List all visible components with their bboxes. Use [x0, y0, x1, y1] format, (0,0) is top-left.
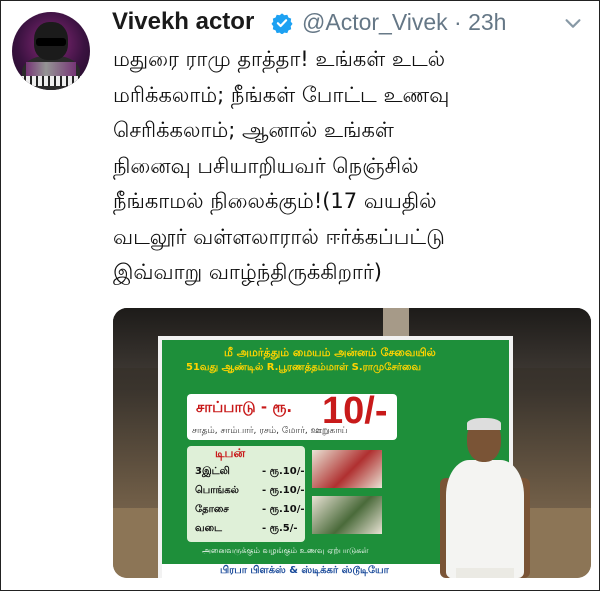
- verified-badge-icon: [271, 13, 293, 34]
- avatar-shine: [26, 62, 76, 76]
- tiffin-item-price: - ரூ.10/-: [262, 466, 305, 477]
- banner-sponsor: பிரபா பிளக்ஸ் & ஸ்டிக்கர் ஸ்டூடியோ: [220, 565, 389, 576]
- banner-heading-1: மீ அமர்த்தும் மையம் அன்னம் சேவையில்: [224, 346, 436, 359]
- tweet-line: இவ்வாறு வாழ்ந்திருக்கிறார்): [113, 260, 383, 284]
- banner-footer-note: அனைவருக்கும் வழங்கும் உணவு ஏற்பாடுகள்: [202, 546, 369, 555]
- banner-inset-photo: [312, 450, 382, 488]
- avatar-piano-keys: [20, 76, 82, 86]
- tiffin-label: டிபன்: [215, 446, 246, 460]
- avatar-glasses: [36, 38, 66, 46]
- portrait-hair: [467, 418, 501, 430]
- portrait-dhoti: [456, 568, 514, 578]
- tiffin-item-price: - ரூ.5/-: [262, 523, 298, 534]
- tweet-timestamp[interactable]: · 23h: [454, 9, 506, 35]
- tiffin-item-name: தோசை: [195, 504, 229, 515]
- author-handle-and-time[interactable]: @Actor_Vivek · 23h: [302, 9, 506, 36]
- author-display-name[interactable]: Vivekh actor: [112, 8, 254, 36]
- food-banner: மீ அமர்த்தும் மையம் அன்னம் சேவையில் 51வத…: [158, 336, 530, 578]
- tiffin-item-price: - ரூ.10/-: [262, 485, 305, 496]
- author-avatar[interactable]: [12, 12, 90, 90]
- tweet-line: செரிக்கலாம்; ஆனால் உங்கள்: [113, 118, 394, 142]
- chevron-down-icon[interactable]: [562, 12, 584, 34]
- banner-portrait-man: [440, 418, 530, 578]
- tiffin-item-name: 3இட்லி: [195, 466, 230, 477]
- tiffin-item-price: - ரூ.10/-: [262, 504, 305, 515]
- banner-heading-2: 51வது ஆண்டில் R.பூரணத்தம்மாள் S.ராமுசேர்…: [186, 362, 422, 373]
- tweet-line: நீங்காமல் நிலைக்கும்!(17 வயதில்: [113, 189, 437, 213]
- banner-inset-photo: [312, 496, 382, 534]
- tweet-line: நினைவு பசியாறியவர் நெஞ்சில்: [113, 153, 419, 178]
- meal-items: சாதம், சாம்பார், ரசம், மோர், ஊறுகாய்: [192, 426, 348, 436]
- tiffin-item-name: பொங்கல்: [195, 485, 239, 496]
- tweet-text: மதுரை ராமு தாத்தா! உங்கள் உடல் மரிக்கலாம…: [113, 42, 593, 291]
- tweet-line: வடலூர் வள்ளலாரால் ஈர்க்கப்பட்டு: [113, 224, 445, 249]
- portrait-shirt: [446, 460, 524, 578]
- author-handle[interactable]: @Actor_Vivek: [302, 9, 448, 35]
- tweet-line: மதுரை ராமு தாத்தா! உங்கள் உடல்: [113, 47, 446, 71]
- tweet-media-photo[interactable]: மீ அமர்த்தும் மையம் அன்னம் சேவையில் 51வத…: [113, 308, 591, 578]
- meal-label: சாப்பாடு - ரூ.: [196, 398, 293, 416]
- tiffin-item-name: வடை: [195, 523, 222, 534]
- tweet-line: மரிக்கலாம்; நீங்கள் போட்ட உணவு: [113, 82, 450, 107]
